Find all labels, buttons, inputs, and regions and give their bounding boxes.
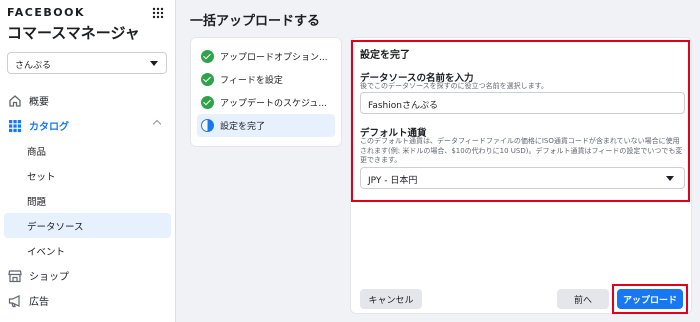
chevron-down-icon (666, 176, 674, 181)
sidebar-item-label: 商品 (27, 146, 47, 158)
sidebar-item-label: 広告 (29, 297, 49, 308)
grid-icon (9, 119, 22, 132)
page-title: 一括アップロードする (190, 14, 321, 29)
step-label: アップデートのスケジュ... (220, 99, 327, 109)
check-circle-icon (201, 96, 214, 109)
sidebar-item-label: 概要 (29, 97, 49, 108)
step-schedule[interactable]: アップデートのスケジュ... (197, 91, 335, 114)
sidebar-item-label: データソース (27, 221, 84, 233)
datasource-name-help: 後でこのデータソースを探すのに役立つ名前を選択します。 (360, 82, 548, 90)
apps-grid-icon[interactable] (152, 7, 164, 19)
sidebar-item-label: 問題 (27, 196, 47, 208)
sidebar-item-ads[interactable]: 広告 (0, 288, 172, 313)
step-finish-setup[interactable]: 設定を完了 (197, 114, 335, 137)
step-upload-options[interactable]: アップロードオプション... (197, 45, 335, 68)
sidebar-item-issues[interactable]: 問題 (0, 188, 172, 213)
step-label: アップロードオプション... (220, 53, 328, 63)
sidebar-item-label: セット (27, 171, 56, 183)
check-circle-icon (201, 50, 214, 63)
sidebar-item-catalog[interactable]: カタログ (0, 113, 172, 138)
sidebar-item-overview[interactable]: 概要 (0, 88, 172, 113)
chevron-down-icon (150, 61, 158, 66)
cancel-button[interactable]: キャンセル (360, 289, 422, 309)
form-title: 設定を完了 (360, 50, 410, 61)
sidebar-item-events[interactable]: イベント (0, 238, 172, 263)
step-feed-settings[interactable]: フィードを設定 (197, 68, 335, 91)
sidebar-nav: 概要 カタログ 商品 セット 問題 データソース イベント ショップ 広告 (0, 88, 172, 313)
step-label: 設定を完了 (220, 122, 266, 132)
shop-selector[interactable]: さんぷる (7, 52, 167, 74)
previous-button[interactable]: 前へ (557, 289, 609, 309)
datasource-name-input[interactable]: Fashionさんぷる (360, 92, 685, 114)
upload-button[interactable]: アップロード (617, 289, 683, 309)
check-circle-icon (201, 73, 214, 86)
half-circle-icon (201, 119, 214, 132)
chevron-up-icon[interactable] (152, 119, 162, 129)
shop-icon (8, 269, 22, 282)
shop-selector-value: さんぷる (15, 61, 52, 71)
sidebar-item-label: イベント (27, 246, 66, 258)
steps-panel: アップロードオプション... フィードを設定 アップデートのスケジュ... 設定… (190, 37, 342, 147)
currency-select-value: JPY - 日本円 (368, 176, 418, 186)
sidebar-item-data-sources[interactable]: データソース (4, 213, 171, 238)
sidebar: FACEBOOK コマースマネージャ さんぷる 概要 カタログ 商品 セット 問… (0, 0, 176, 322)
sidebar-item-sets[interactable]: セット (0, 163, 172, 188)
sidebar-item-shop[interactable]: ショップ (0, 263, 172, 288)
brand-logo: FACEBOOK (7, 6, 85, 19)
currency-help: このデフォルト通貨は、データフィードファイルの価格にISO通貨コードが含まれてい… (360, 137, 683, 164)
app-title: コマースマネージャ (7, 24, 140, 42)
currency-select[interactable]: JPY - 日本円 (360, 167, 685, 189)
sidebar-item-label: カタログ (29, 122, 69, 133)
sidebar-item-products[interactable]: 商品 (0, 138, 172, 163)
megaphone-icon (8, 294, 20, 307)
step-label: フィードを設定 (220, 76, 283, 86)
sidebar-item-label: ショップ (29, 272, 69, 283)
home-icon (9, 94, 21, 107)
